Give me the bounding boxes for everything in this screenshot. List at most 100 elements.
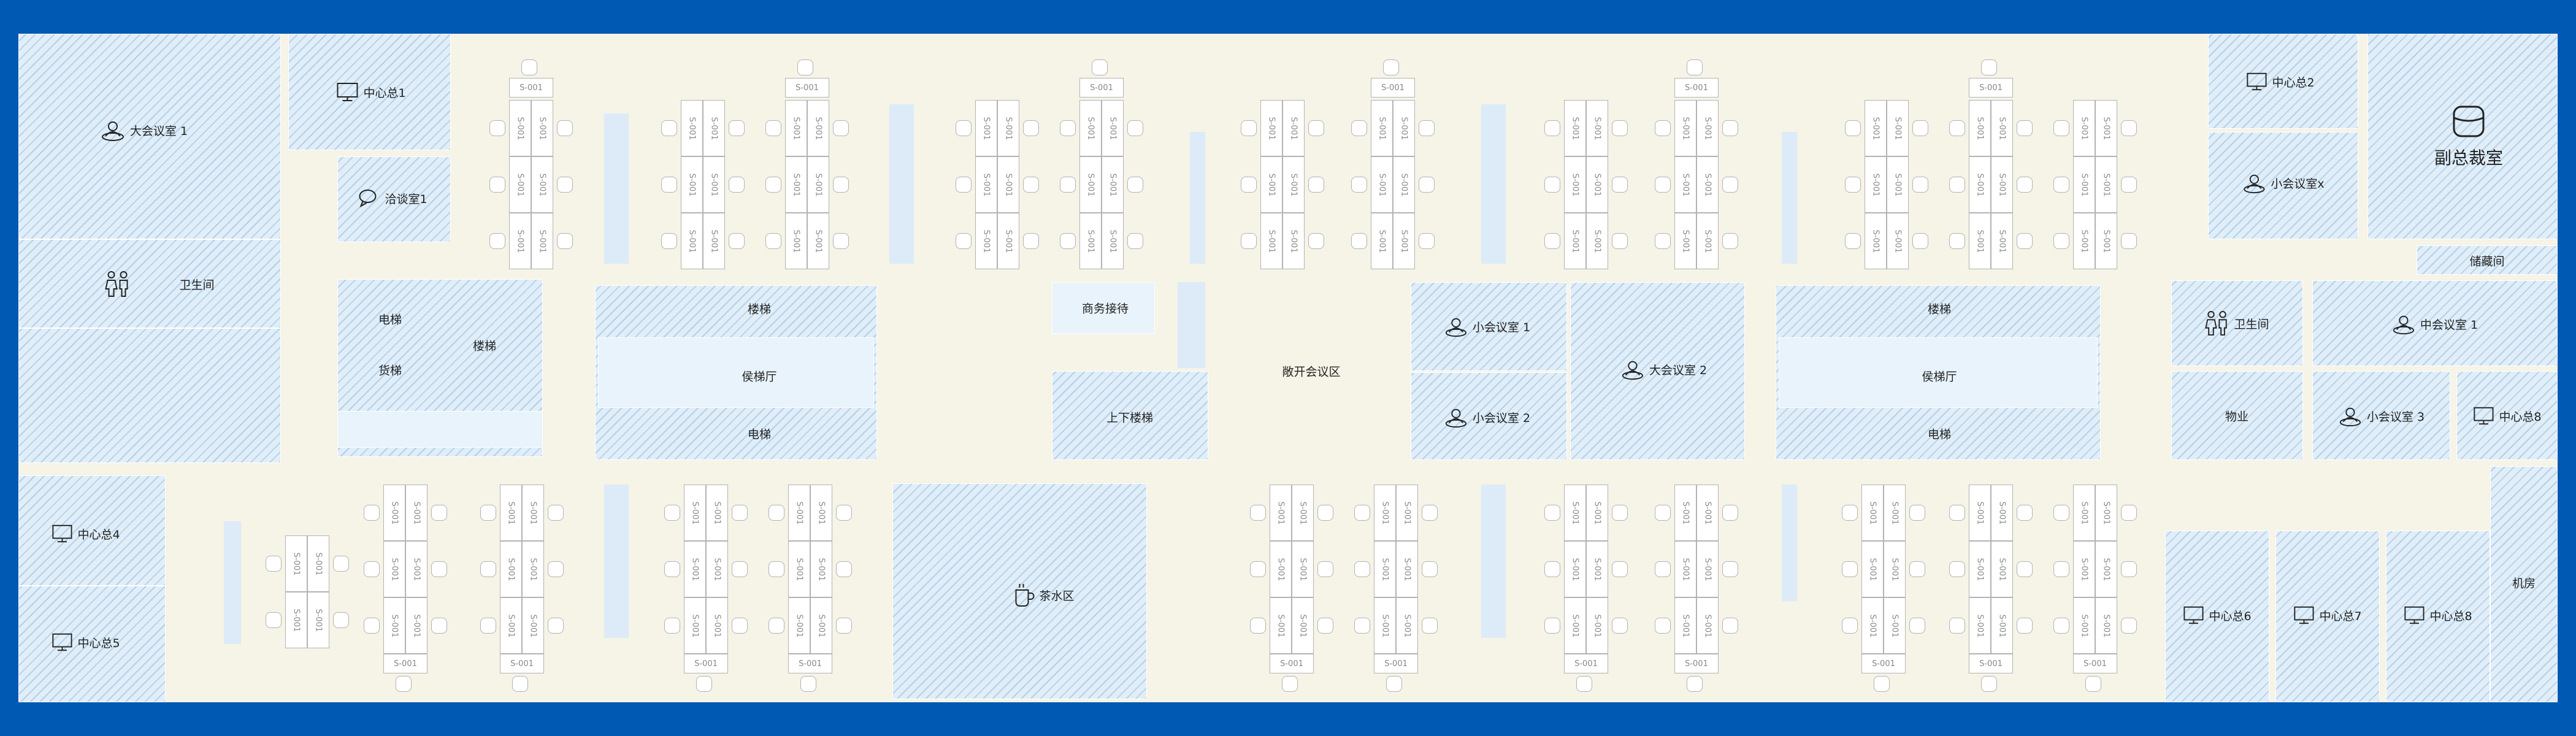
workstation-desk[interactable]: S-001 [684,654,728,673]
workstation-desk[interactable]: S-001 [1887,100,1909,156]
workstation-desk[interactable]: S-001 [1564,654,1608,673]
workstation-desk[interactable]: S-001 [810,541,832,597]
workstation-desk[interactable]: S-001 [383,654,427,673]
workstation-desk[interactable]: S-001 [1861,597,1884,654]
workstation-desk[interactable]: S-001 [405,485,427,541]
workstation-desk[interactable]: S-001 [1079,213,1102,269]
workstation-desk[interactable]: S-001 [1282,100,1305,156]
workstation-desk[interactable]: S-001 [1270,485,1292,541]
workstation-desk[interactable]: S-001 [1371,78,1415,98]
workstation-desk[interactable]: S-001 [2073,213,2095,269]
workstation-desk[interactable]: S-001 [1079,100,1102,156]
workstation-desk[interactable]: S-001 [785,156,807,213]
workstation-desk[interactable]: S-001 [1371,100,1393,156]
workstation-desk[interactable]: S-001 [1861,541,1884,597]
workstation-desk[interactable]: S-001 [1865,100,1887,156]
workstation-desk[interactable]: S-001 [1260,156,1282,213]
workstation-desk[interactable]: S-001 [509,100,531,156]
workstation-desk[interactable]: S-001 [1396,485,1418,541]
workstation-desk[interactable]: S-001 [1393,213,1415,269]
workstation-desk[interactable]: S-001 [1292,541,1314,597]
workstation-desk[interactable]: S-001 [975,156,997,213]
workstation-desk[interactable]: S-001 [1969,485,1991,541]
workstation-desk[interactable]: S-001 [788,597,810,654]
workstation-desk[interactable]: S-001 [1564,156,1586,213]
workstation-desk[interactable]: S-001 [531,156,553,213]
workstation-desk[interactable]: S-001 [1969,654,2013,673]
workstation-desk[interactable]: S-001 [1696,541,1719,597]
workstation-desk[interactable]: S-001 [703,156,725,213]
workstation-desk[interactable]: S-001 [500,654,544,673]
workstation-desk[interactable]: S-001 [1393,156,1415,213]
workstation-desk[interactable]: S-001 [1674,156,1696,213]
workstation-desk[interactable]: S-001 [1564,213,1586,269]
workstation-desk[interactable]: S-001 [1991,156,2013,213]
workstation-desk[interactable]: S-001 [500,485,522,541]
workstation-desk[interactable]: S-001 [1396,597,1418,654]
workstation-desk[interactable]: S-001 [1371,213,1393,269]
workstation-desk[interactable]: S-001 [1564,100,1586,156]
workstation-desk[interactable]: S-001 [1292,597,1314,654]
workstation-desk[interactable]: S-001 [1586,213,1608,269]
workstation-desk[interactable]: S-001 [383,541,405,597]
workstation-desk[interactable]: S-001 [807,213,829,269]
workstation-desk[interactable]: S-001 [785,100,807,156]
workstation-desk[interactable]: S-001 [785,213,807,269]
workstation-desk[interactable]: S-001 [500,541,522,597]
workstation-desk[interactable]: S-001 [1887,156,1909,213]
workstation-desk[interactable]: S-001 [1260,100,1282,156]
workstation-desk[interactable]: S-001 [2073,100,2095,156]
workstation-desk[interactable]: S-001 [706,541,728,597]
workstation-desk[interactable]: S-001 [522,541,544,597]
workstation-desk[interactable]: S-001 [2073,597,2095,654]
workstation-desk[interactable]: S-001 [1102,156,1124,213]
workstation-desk[interactable]: S-001 [2073,156,2095,213]
workstation-desk[interactable]: S-001 [810,597,832,654]
workstation-desk[interactable]: S-001 [810,485,832,541]
workstation-desk[interactable]: S-001 [1865,156,1887,213]
workstation-desk[interactable]: S-001 [684,597,706,654]
workstation-desk[interactable]: S-001 [1374,541,1396,597]
workstation-desk[interactable]: S-001 [383,597,405,654]
workstation-desk[interactable]: S-001 [703,100,725,156]
workstation-desk[interactable]: S-001 [509,213,531,269]
workstation-desk[interactable]: S-001 [1696,156,1719,213]
workstation-desk[interactable]: S-001 [509,78,553,98]
workstation-desk[interactable]: S-001 [1674,597,1696,654]
workstation-desk[interactable]: S-001 [2073,485,2095,541]
workstation-desk[interactable]: S-001 [531,100,553,156]
workstation-desk[interactable]: S-001 [997,100,1019,156]
workstation-desk[interactable]: S-001 [684,541,706,597]
workstation-desk[interactable]: S-001 [703,213,725,269]
workstation-desk[interactable]: S-001 [383,485,405,541]
workstation-desk[interactable]: S-001 [1260,213,1282,269]
workstation-desk[interactable]: S-001 [1102,213,1124,269]
workstation-desk[interactable]: S-001 [1374,485,1396,541]
workstation-desk[interactable]: S-001 [1696,597,1719,654]
workstation-desk[interactable]: S-001 [1991,485,2013,541]
workstation-desk[interactable]: S-001 [1674,100,1696,156]
workstation-desk[interactable]: S-001 [1969,597,1991,654]
workstation-desk[interactable]: S-001 [1696,213,1719,269]
workstation-desk[interactable]: S-001 [2095,156,2117,213]
workstation-desk[interactable]: S-001 [1674,541,1696,597]
workstation-desk[interactable]: S-001 [975,100,997,156]
workstation-desk[interactable]: S-001 [2073,654,2117,673]
workstation-desk[interactable]: S-001 [681,156,703,213]
workstation-desk[interactable]: S-001 [1374,597,1396,654]
workstation-desk[interactable]: S-001 [2095,541,2117,597]
workstation-desk[interactable]: S-001 [307,592,329,648]
workstation-desk[interactable]: S-001 [500,597,522,654]
workstation-desk[interactable]: S-001 [1564,485,1586,541]
workstation-desk[interactable]: S-001 [788,541,810,597]
workstation-desk[interactable]: S-001 [1282,213,1305,269]
workstation-desk[interactable]: S-001 [405,541,427,597]
workstation-desk[interactable]: S-001 [1969,156,1991,213]
workstation-desk[interactable]: S-001 [1396,541,1418,597]
workstation-desk[interactable]: S-001 [531,213,553,269]
workstation-desk[interactable]: S-001 [1674,654,1719,673]
workstation-desk[interactable]: S-001 [788,485,810,541]
workstation-desk[interactable]: S-001 [1969,541,1991,597]
workstation-desk[interactable]: S-001 [1991,100,2013,156]
workstation-desk[interactable]: S-001 [1696,485,1719,541]
